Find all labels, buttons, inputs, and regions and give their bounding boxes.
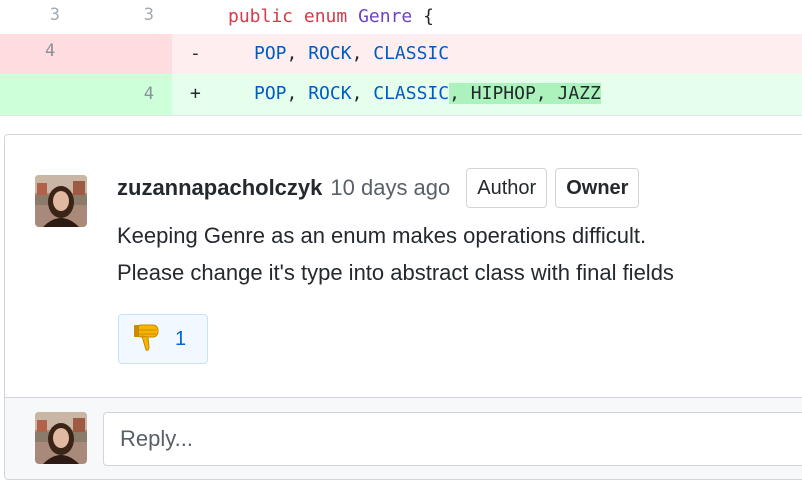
added-text-highlight: , HIPHOP, JAZZ [449, 83, 601, 104]
keyword: public [228, 6, 294, 27]
comment-body: Keeping Genre as an enum makes operation… [117, 217, 674, 291]
keyword: enum [303, 6, 348, 27]
enum-constant: ROCK [308, 83, 352, 104]
code-text: POP, ROCK, CLASSIC, HIPHOP, JAZZ [254, 83, 601, 104]
old-line-number[interactable]: 4 [0, 34, 172, 74]
enum-constant: POP [254, 43, 287, 64]
diff-added-line: 4 + POP, ROCK, CLASSIC, HIPHOP, JAZZ [0, 74, 802, 115]
diff-deleted-line: 4 - POP, ROCK, CLASSIC [0, 34, 802, 74]
reply-area [5, 397, 802, 479]
code-text: POP, ROCK, CLASSIC [254, 43, 450, 64]
enum-constant: CLASSIC [373, 83, 450, 104]
new-line-number[interactable]: 4 [84, 74, 154, 115]
code-text: public enum Genre { [228, 0, 434, 34]
type-name: Genre [358, 6, 413, 27]
enum-constant: POP [254, 83, 287, 104]
new-line-number[interactable]: 3 [84, 0, 154, 34]
reply-input[interactable] [103, 412, 802, 466]
author-badge: Author [466, 168, 548, 208]
comment-timestamp[interactable]: 10 days ago [330, 175, 450, 201]
comment-header: zuzannapacholczyk 10 days ago Author Own… [117, 167, 640, 209]
avatar[interactable] [35, 175, 87, 227]
code-diff: 3 3 public enum Genre { 4 - POP, ROCK, C… [0, 0, 802, 116]
enum-constant: CLASSIC [373, 43, 450, 64]
review-comment-card: zuzannapacholczyk 10 days ago Author Own… [4, 134, 802, 480]
avatar [35, 412, 87, 464]
addition-marker: + [190, 83, 201, 104]
owner-badge: Owner [555, 168, 640, 208]
author-username[interactable]: zuzannapacholczyk [117, 175, 322, 201]
comment-text-line: Please change it's type into abstract cl… [117, 260, 674, 285]
reaction-count: 1 [175, 327, 187, 350]
deletion-marker: - [190, 43, 201, 64]
diff-context-line: 3 3 public enum Genre { [0, 0, 802, 34]
thumbs-down-icon [133, 322, 163, 357]
enum-constant: ROCK [308, 43, 352, 64]
brace: { [423, 6, 434, 27]
comment-text-line: Keeping Genre as an enum makes operation… [117, 223, 647, 248]
thumbs-down-reaction-button[interactable]: 1 [118, 314, 208, 364]
old-line-number[interactable]: 3 [0, 0, 60, 34]
